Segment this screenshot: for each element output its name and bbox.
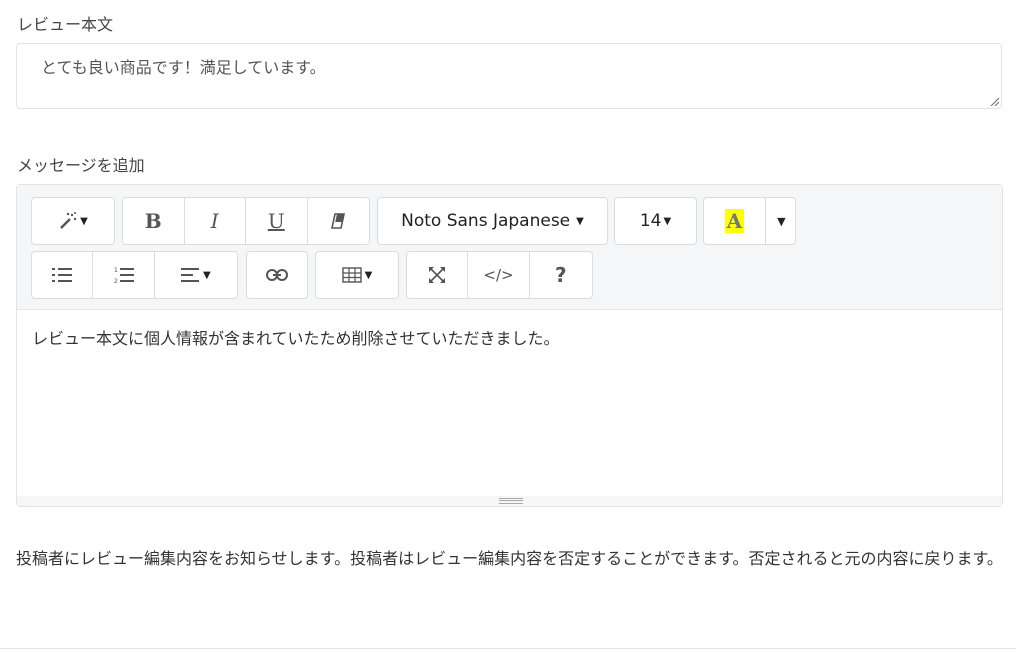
font-family-group: Noto Sans Japanese ▼: [377, 197, 608, 245]
code-icon: </>: [483, 266, 514, 284]
resize-handle-icon[interactable]: [499, 498, 523, 504]
caret-down-icon: ▼: [576, 215, 584, 227]
eraser-icon: [331, 213, 346, 229]
table-dropdown[interactable]: ▼: [316, 252, 398, 298]
caret-down-icon: ▼: [777, 214, 786, 228]
underline-button[interactable]: U: [246, 198, 308, 244]
table-group: ▼: [315, 251, 399, 299]
ordered-list-button[interactable]: 1 2: [93, 252, 155, 298]
rich-text-editor: ▼ B I U Noto Sans Japanese ▼ 14 ▼ A ▼ 1 …: [16, 184, 1003, 507]
color-group: A ▼: [703, 197, 796, 245]
help-icon: ?: [555, 263, 567, 287]
text-color-icon: A: [724, 209, 745, 233]
link-button[interactable]: [247, 252, 307, 298]
fullscreen-icon: [429, 267, 446, 283]
code-view-button[interactable]: </>: [468, 252, 530, 298]
bullet-list-icon: [52, 268, 73, 282]
clear-format-button[interactable]: [308, 198, 370, 244]
editor-statusbar: [17, 496, 1002, 506]
font-size-group: 14 ▼: [614, 197, 697, 245]
review-label: レビュー本文: [17, 15, 114, 34]
italic-icon: I: [210, 209, 219, 233]
link-group: [246, 251, 308, 299]
divider: [0, 648, 1016, 649]
paragraph-group: 1 2 ▼: [31, 251, 238, 299]
review-text: とても良い商品です！満足しています。: [41, 58, 326, 77]
notice-text: 投稿者にレビュー編集内容をお知らせします。投稿者はレビュー編集内容を否定すること…: [16, 549, 1003, 568]
italic-button[interactable]: I: [185, 198, 246, 244]
underline-icon: U: [267, 209, 285, 233]
style-group: ▼: [31, 197, 115, 245]
magic-wand-icon: [60, 212, 77, 229]
font-size-dropdown[interactable]: 14 ▼: [615, 198, 696, 244]
table-icon: [341, 267, 362, 283]
font-family-dropdown[interactable]: Noto Sans Japanese ▼: [378, 198, 607, 244]
editor-content[interactable]: レビュー本文に個人情報が含まれていたため削除させていただきました。: [32, 325, 560, 349]
bold-button[interactable]: B: [123, 198, 185, 244]
font-family-label: Noto Sans Japanese: [401, 211, 571, 231]
fullscreen-button[interactable]: [407, 252, 469, 298]
format-group: B I U: [122, 197, 370, 245]
text-color-button[interactable]: A: [704, 198, 766, 244]
color-dropdown-button[interactable]: ▼: [766, 198, 795, 244]
bold-icon: B: [144, 209, 162, 233]
align-dropdown[interactable]: ▼: [155, 252, 237, 298]
svg-text:2: 2: [114, 278, 118, 284]
align-left-icon: [181, 268, 200, 282]
caret-down-icon: ▼: [364, 269, 373, 281]
font-size-label: 14: [639, 211, 662, 231]
caret-down-icon: ▼: [203, 269, 211, 281]
review-textarea[interactable]: とても良い商品です！満足しています。: [16, 43, 1002, 109]
svg-text:1: 1: [114, 267, 118, 274]
resize-grip-icon[interactable]: [989, 96, 999, 106]
link-icon: [266, 269, 288, 281]
help-button[interactable]: ?: [530, 252, 592, 298]
numbered-list-icon: 1 2: [114, 267, 134, 284]
unordered-list-button[interactable]: [32, 252, 94, 298]
editor-toolbar: ▼ B I U Noto Sans Japanese ▼ 14 ▼ A ▼ 1 …: [17, 185, 1002, 310]
style-button[interactable]: ▼: [32, 198, 114, 244]
caret-down-icon: ▼: [80, 215, 88, 227]
message-label: メッセージを追加: [17, 156, 145, 175]
view-group: </> ?: [406, 251, 593, 299]
caret-down-icon: ▼: [663, 215, 672, 227]
